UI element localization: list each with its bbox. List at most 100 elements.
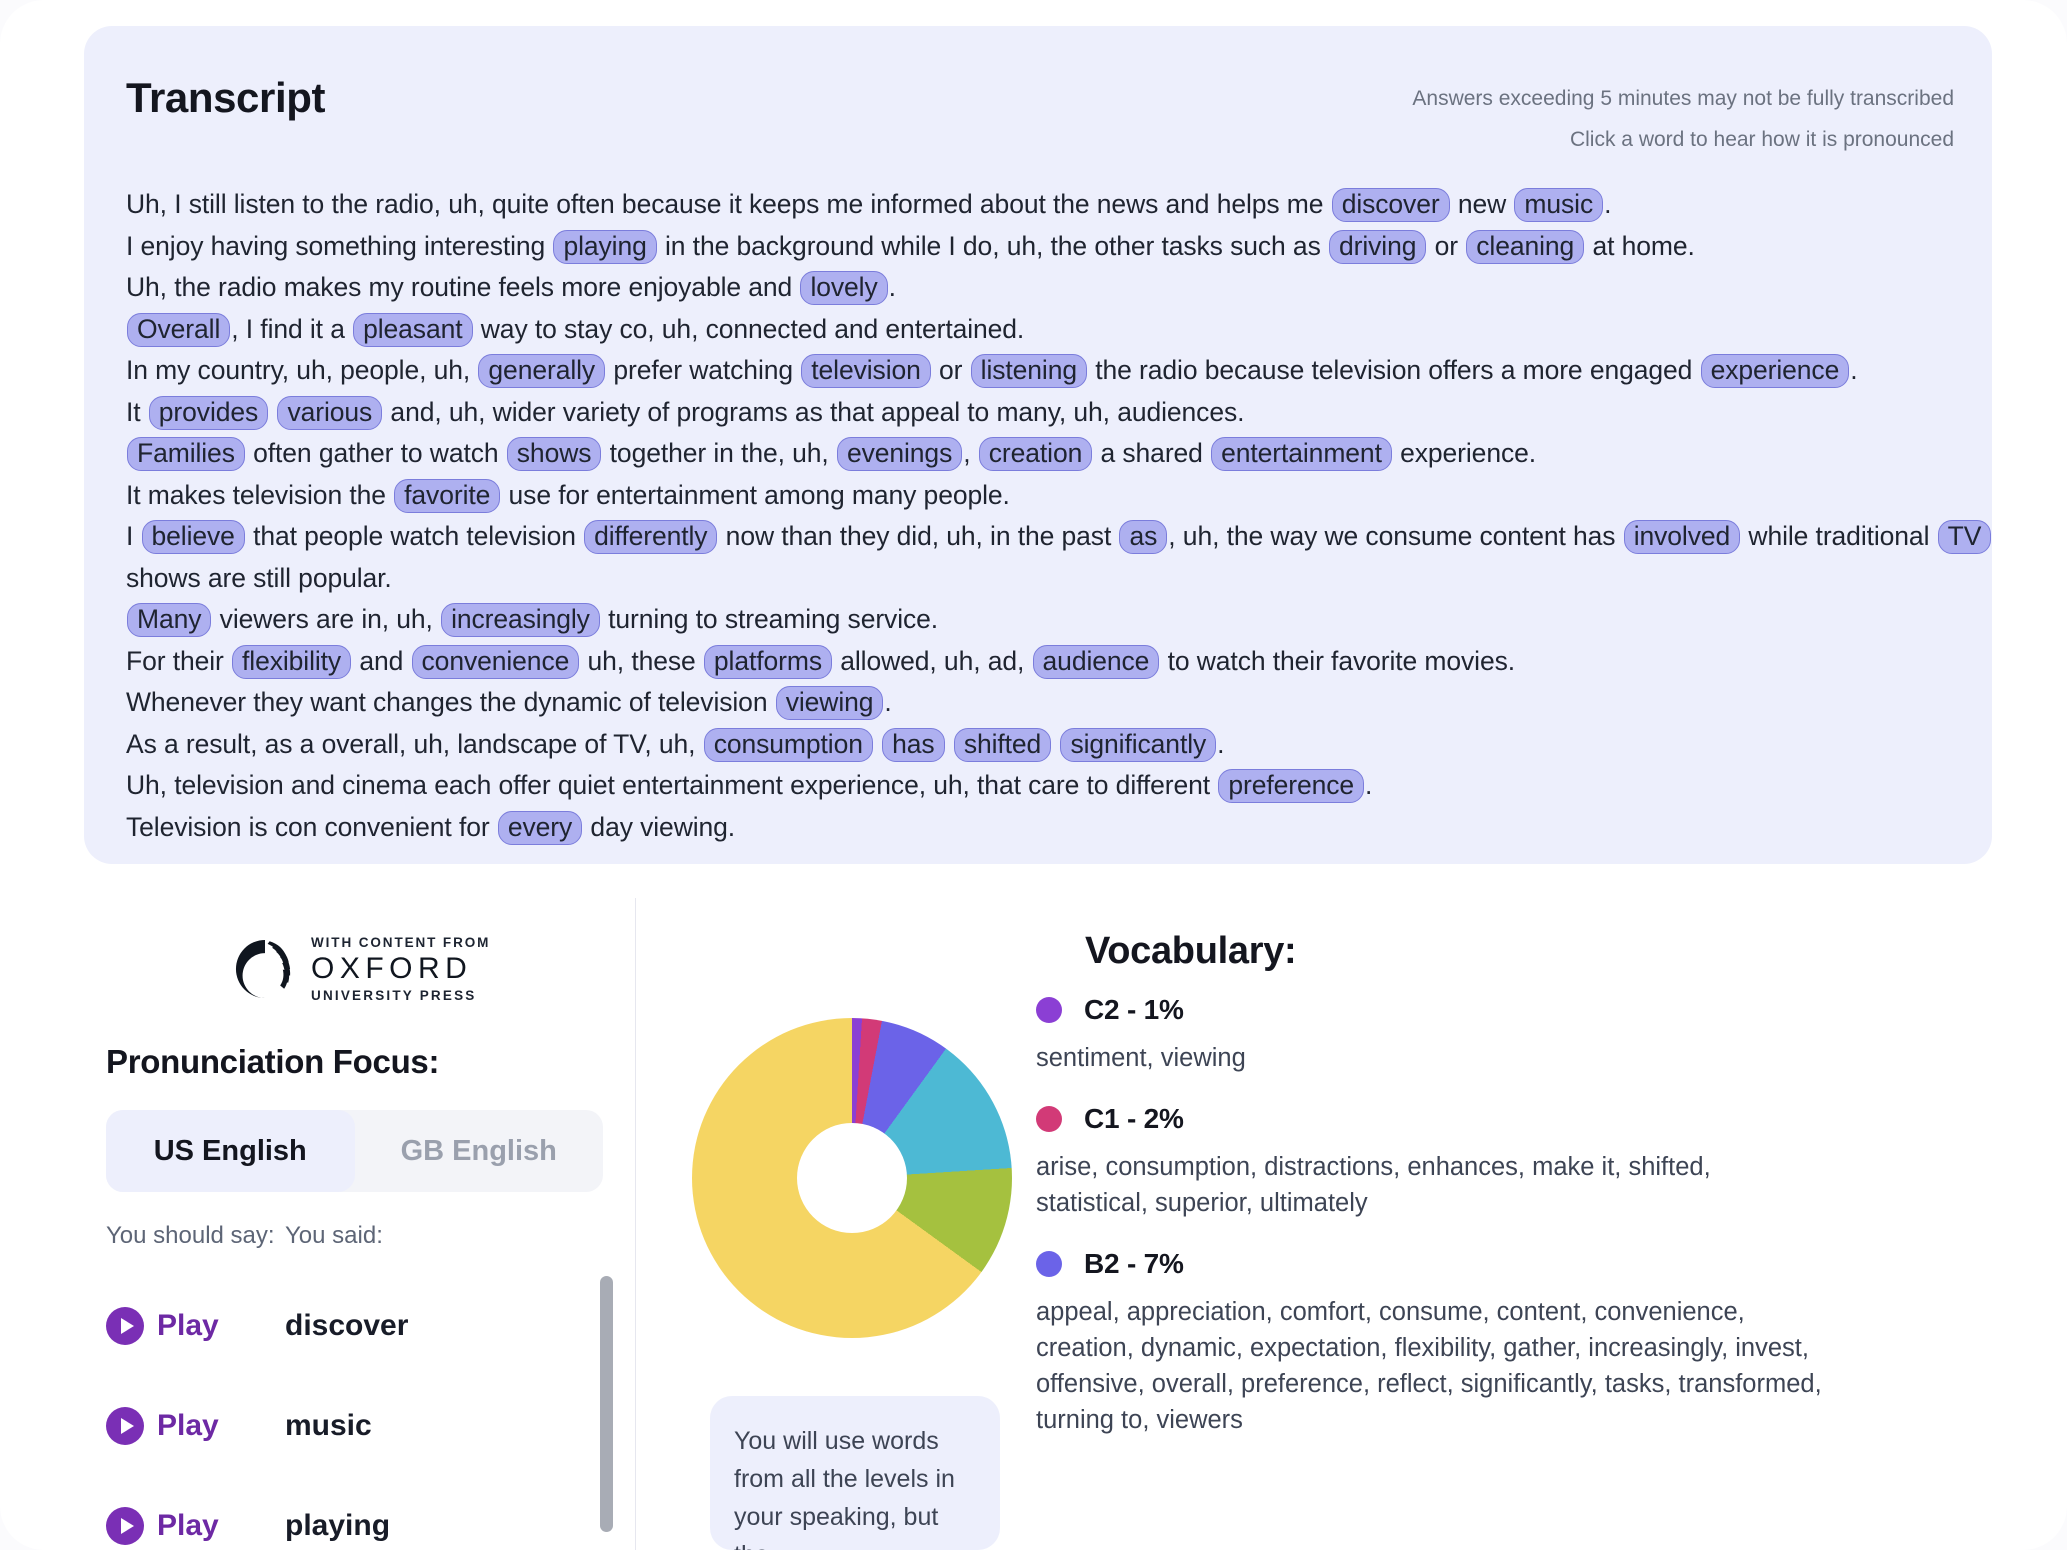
donut-hole [797,1123,907,1233]
transcript-word-chip[interactable]: viewing [775,686,884,720]
transcript-line: I enjoy having something interesting pla… [126,226,1956,268]
transcript-word-chip[interactable]: generally [478,354,606,388]
transcript-word-chip[interactable]: favorite [394,478,501,513]
transcript-word-chip[interactable]: as [1119,520,1168,554]
oxford-logo-line3: UNIVERSITY PRESS [311,988,477,1003]
pronunciation-panel: WITH CONTENT FROM OXFORD UNIVERSITY PRES… [84,898,636,1550]
vocabulary-level: C1 - 2% arise, consumption, distractions,… [1036,1103,1972,1221]
vocabulary-note-text: You will use words from all the levels i… [734,1427,955,1550]
transcript-word-chip[interactable]: has [882,727,945,762]
page-title: Transcript [126,74,326,121]
oxford-university-press-logo: WITH CONTENT FROM OXFORD UNIVERSITY PRES… [232,935,490,1003]
level-name: C1 - 2% [1084,1103,1184,1134]
level-header: C2 - 1% [1036,994,1972,1026]
transcript-card: Transcript Answers exceeding 5 minutes m… [84,26,1992,864]
transcript-word-chip[interactable]: listening [970,354,1087,388]
transcript-notes: Answers exceeding 5 minutes may not be f… [1412,78,1954,160]
pronunciation-row: Play music [106,1376,603,1476]
transcript-header: Transcript Answers exceeding 5 minutes m… [84,26,1992,166]
transcript-word-chip[interactable]: various [277,395,383,430]
transcript-word-chip[interactable]: entertainment [1211,437,1392,471]
transcript-word-chip[interactable]: experience [1700,354,1850,388]
transcript-word-chip[interactable]: differently [584,520,718,554]
bottom-section: WITH CONTENT FROM OXFORD UNIVERSITY PRES… [84,898,1992,1550]
transcript-word-chip[interactable]: television [801,354,931,388]
pronunciation-focus-title: Pronunciation Focus: [106,1043,440,1080]
oxford-swirl-icon [235,939,291,999]
level-name: B2 - 7% [1084,1248,1184,1279]
transcript-word-chip[interactable]: flexibility [232,644,352,679]
vocabulary-level-list: C2 - 1% sentiment, viewing C1 - 2% arise, c… [1036,994,1972,1465]
pronunciation-row: Play discover [106,1276,603,1376]
column-header-you-said: You said: [285,1222,383,1249]
transcript-word-chip[interactable]: shows [506,437,602,471]
transcript-line: As a result, as a overall, uh, landscape… [126,724,1956,766]
transcript-line: shows are still popular. [126,562,392,593]
transcript-word-chip[interactable]: every [497,810,583,845]
play-icon [106,1307,144,1345]
transcript-word-chip[interactable]: music [1514,188,1604,222]
level-words: appeal, appreciation, comfort, consume, … [1036,1298,1822,1434]
level-header: B2 - 7% [1036,1248,1972,1280]
transcript-word-chip[interactable]: Many [127,603,212,637]
app-page: Transcript Answers exceeding 5 minutes m… [0,0,2067,1550]
spoken-word: music [285,1409,372,1442]
transcript-word-chip[interactable]: pleasant [353,312,473,347]
accent-toggle[interactable]: US English GB English [106,1110,603,1192]
transcript-line: It provides various and, uh, wider varie… [126,392,1956,434]
transcript-line: Uh, the radio makes my routine feels mor… [126,267,1956,309]
transcript-note-duration: Answers exceeding 5 minutes may not be f… [1412,87,1954,110]
play-icon [106,1507,144,1545]
transcript-line: In my country, uh, people, uh, generally… [126,350,1956,392]
vocabulary-note-box: You will use words from all the levels i… [710,1396,1000,1550]
vocabulary-level: B2 - 7% appeal, appreciation, comfort, co… [1036,1248,1972,1438]
transcript-word-chip[interactable]: lovely [800,271,888,305]
transcript-word-chip[interactable]: creation [978,437,1093,471]
transcript-word-chip[interactable]: driving [1329,229,1427,264]
play-button[interactable]: Play [106,1507,219,1545]
transcript-word-chip[interactable]: cleaning [1466,229,1585,264]
play-label: Play [157,1509,219,1542]
transcript-text: Uh, I still listen to the radio, uh, qui… [126,184,1992,848]
transcript-line: It makes television the favorite use for… [126,475,1956,517]
transcript-word-chip[interactable]: shifted [953,727,1052,762]
pronunciation-list-scrollbar[interactable] [600,1276,613,1532]
transcript-word-chip[interactable]: convenience [411,644,580,679]
transcript-word-chip[interactable]: Families [127,437,245,471]
transcript-word-chip[interactable]: increasingly [441,603,600,637]
transcript-word-chip[interactable]: TV [1937,520,1992,554]
transcript-word-chip[interactable]: consumption [703,727,873,762]
pronunciation-row: Play playing [106,1476,603,1550]
spoken-word: playing [285,1509,391,1542]
transcript-word-chip[interactable]: evenings [836,437,963,471]
oxford-logo-line2: OXFORD [311,952,473,985]
transcript-line: For their flexibility and convenience uh… [126,641,1956,683]
transcript-word-chip[interactable]: significantly [1060,727,1217,762]
transcript-word-chip[interactable]: preference [1218,769,1365,803]
transcript-word-chip[interactable]: playing [553,229,657,264]
transcript-word-chip[interactable]: discover [1331,188,1450,222]
transcript-line: Many viewers are in, uh, increasingly tu… [126,599,1956,641]
play-button[interactable]: Play [106,1307,219,1345]
transcript-line: Overall, I find it a pleasant way to sta… [126,309,1956,351]
play-button[interactable]: Play [106,1407,219,1445]
transcript-line: I believe that people watch television d… [126,516,1992,558]
vocabulary-level: C2 - 1% sentiment, viewing [1036,994,1972,1076]
pronunciation-word-list: Play discover Play music Play playing [106,1276,603,1550]
level-words: arise, consumption, distractions, enhanc… [1036,1153,1711,1217]
transcript-word-chip[interactable]: platforms [703,644,832,679]
oxford-logo-line1: WITH CONTENT FROM [311,935,491,950]
transcript-word-chip[interactable]: provides [148,395,269,430]
tab-us-english[interactable]: US English [106,1110,355,1192]
transcript-word-chip[interactable]: believe [141,520,245,554]
level-words: sentiment, viewing [1036,1044,1246,1072]
tab-gb-english[interactable]: GB English [355,1110,604,1192]
vocabulary-title: Vocabulary: [1085,930,1297,972]
transcript-word-chip[interactable]: involved [1623,520,1741,554]
transcript-word-chip[interactable]: Overall [127,312,231,347]
transcript-word-chip[interactable]: audience [1032,644,1160,679]
transcript-line: Whenever they want changes the dynamic o… [126,682,1956,724]
oxford-wordmark: WITH CONTENT FROM OXFORD UNIVERSITY PRES… [311,935,490,1003]
play-label: Play [157,1309,219,1342]
transcript-line: Uh, I still listen to the radio, uh, qui… [126,184,1956,226]
